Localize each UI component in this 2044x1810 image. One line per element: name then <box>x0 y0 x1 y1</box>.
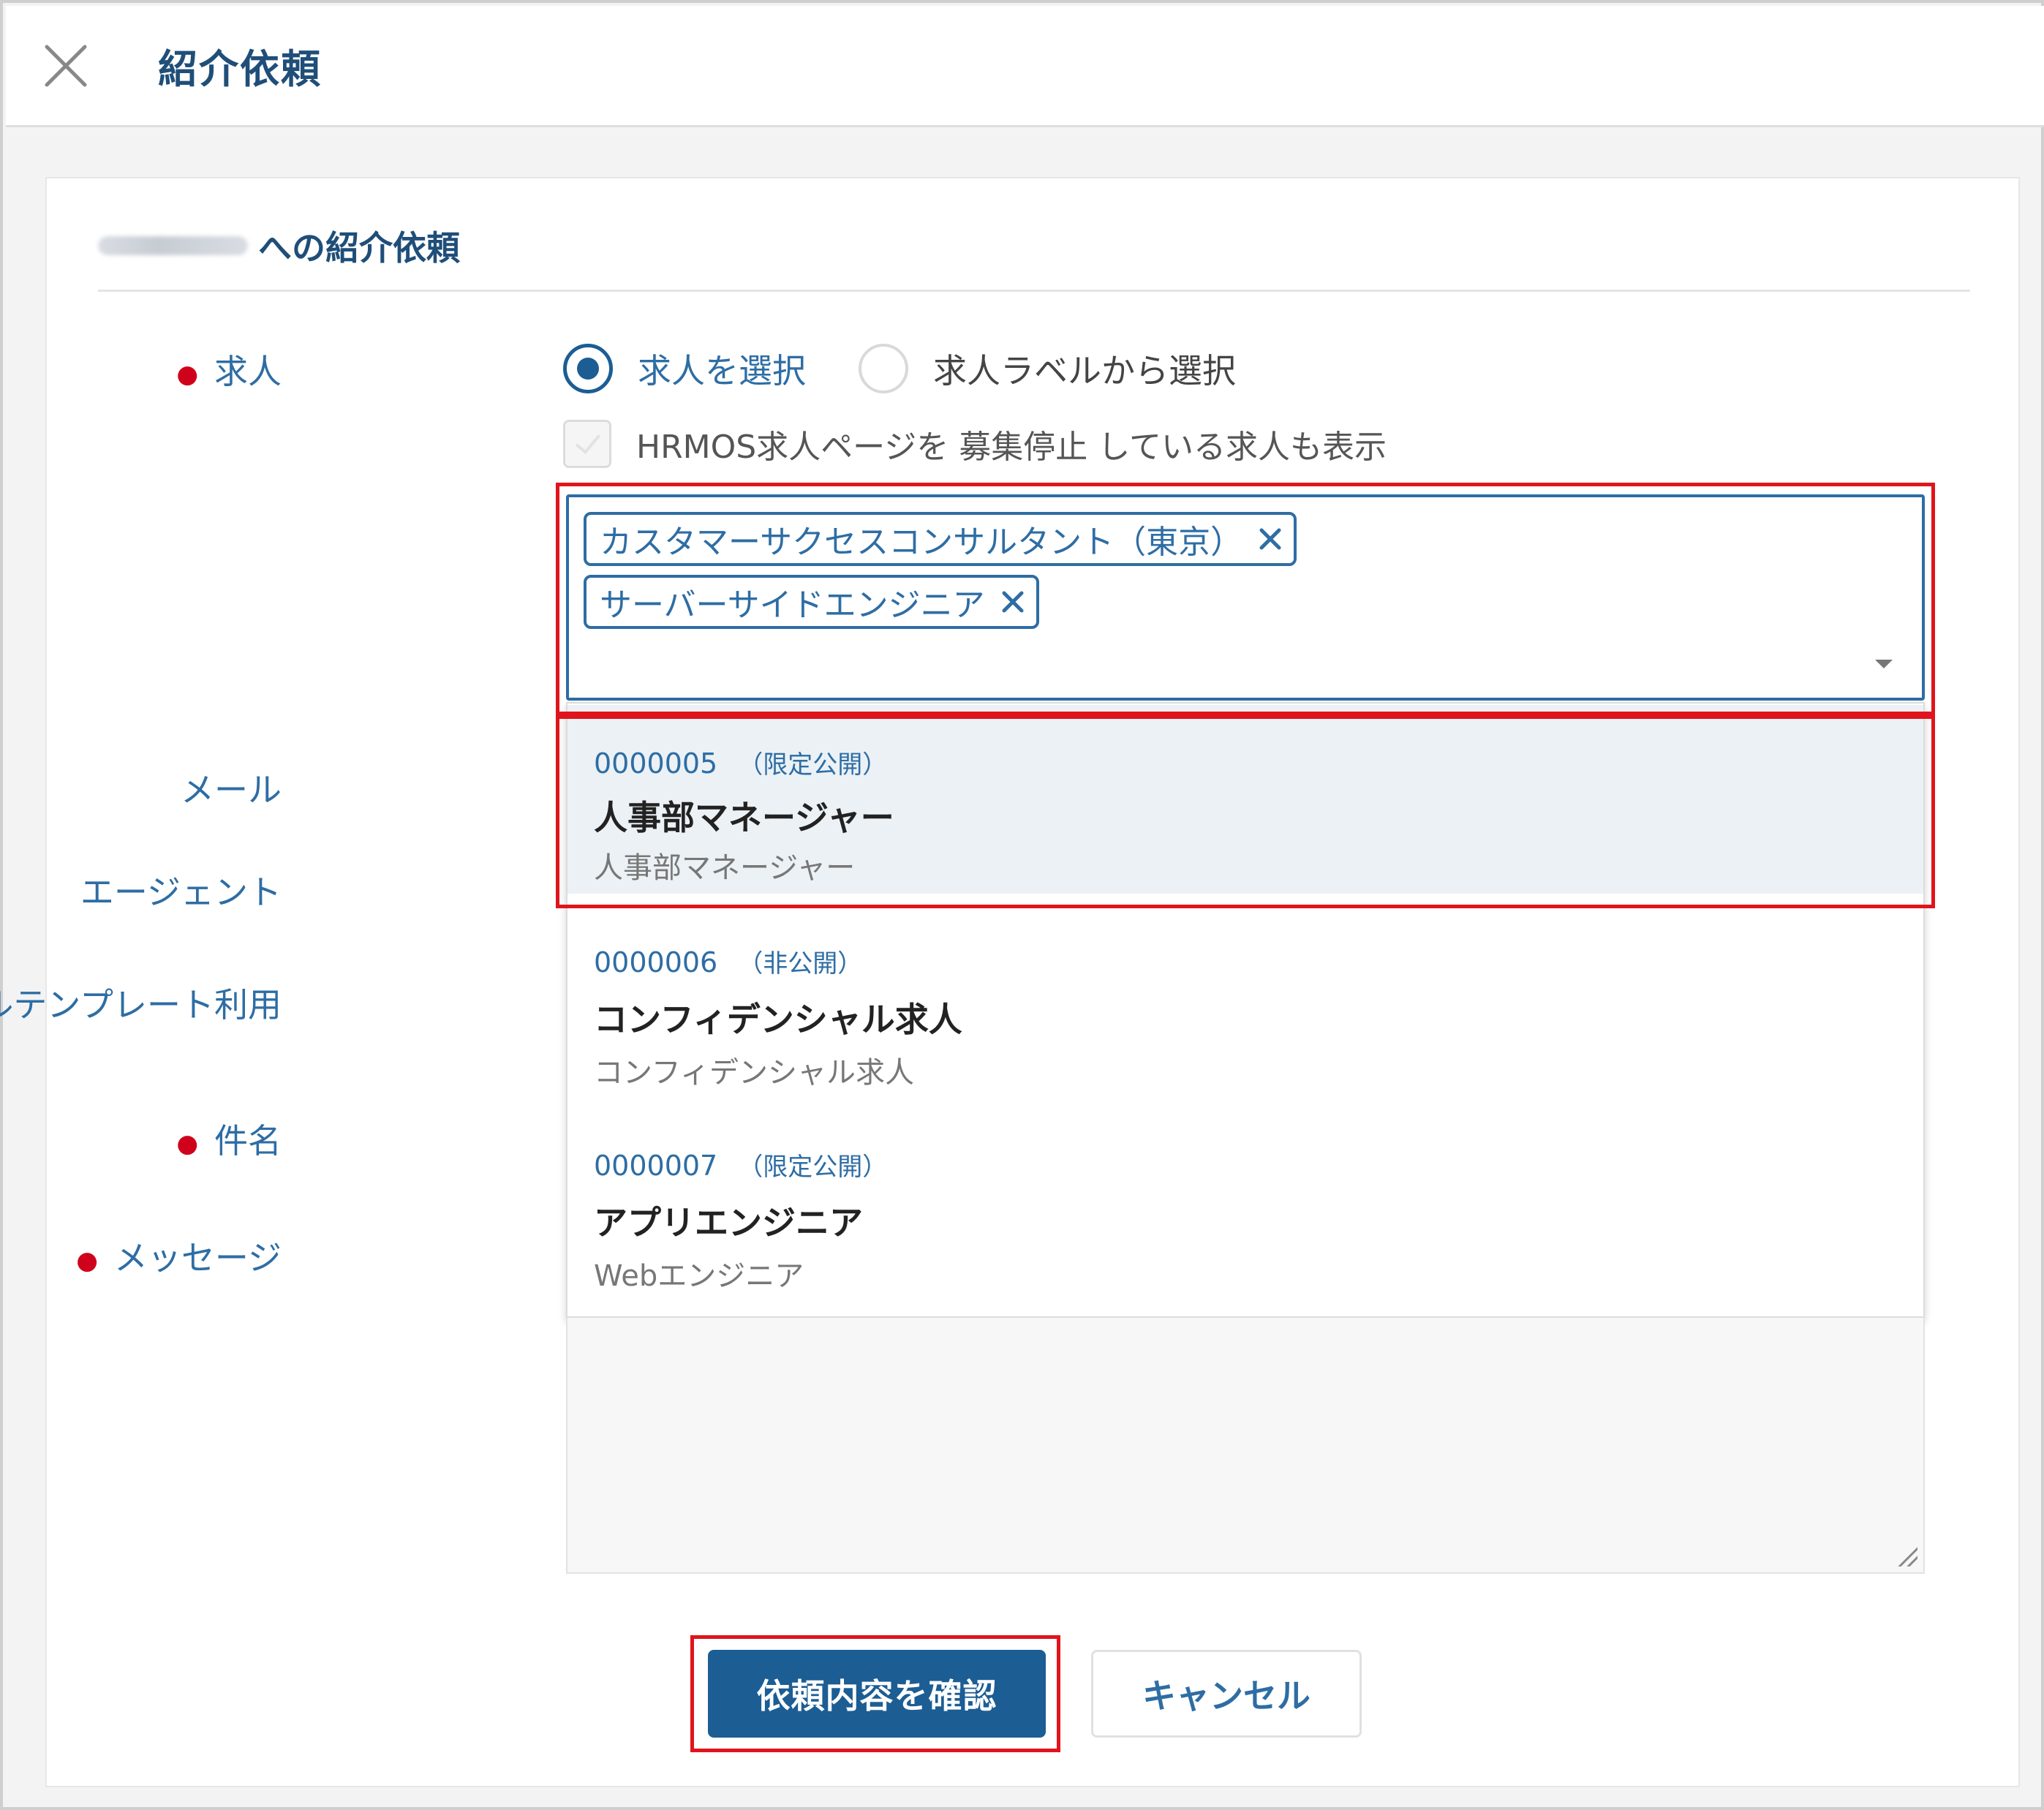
job-option[interactable]: 0000005 （限定公開） 人事部マネージャー 人事部マネージャー <box>567 705 1923 894</box>
radio-label: 求人ラベルから選択 <box>933 351 1236 391</box>
option-subtitle: コンフィデンシャル求人 <box>594 1056 914 1090</box>
confirm-request-button[interactable]: 依頼内容を確認 <box>708 1650 1046 1738</box>
show-stopped-jobs-row[interactable]: HRMOS求人ページを 募集停止 している求人も表示 <box>563 420 1387 468</box>
option-meta: 0000005 （限定公開） <box>594 747 888 780</box>
option-meta: 0000007 （限定公開） <box>594 1150 888 1182</box>
message-textarea[interactable] <box>566 1318 1925 1574</box>
redacted-agent-name <box>98 236 248 255</box>
job-option[interactable]: 0000006 （非公開） コンフィデンシャル求人 コンフィデンシャル求人 <box>567 908 1923 1097</box>
selected-job-chip: カスタマーサクセスコンサルタント（東京） <box>584 512 1297 566</box>
job-option[interactable]: 0000007 （限定公開） アプリエンジニア Webエンジニア <box>567 1112 1923 1300</box>
radio-checked-icon[interactable] <box>563 344 613 393</box>
label-subject: ● 件名 <box>176 1121 282 1161</box>
label-job: ● 求人 <box>176 352 282 391</box>
show-stopped-jobs-checkbox[interactable] <box>563 420 611 468</box>
required-dot-icon: ● <box>176 359 198 389</box>
referral-form-card: への紹介依頼 ●求人 メール エージェント メールテンプレート利用 ●件名 ●メ… <box>0 177 2020 1787</box>
radio-label: 求人を選択 <box>638 351 806 391</box>
option-subtitle: 人事部マネージャー <box>594 851 856 885</box>
resize-handle-icon[interactable] <box>1896 1545 1917 1566</box>
modal-frame: 紹介依頼 への紹介依頼 ●求人 メール エージェント メールテンプレート利用 ●… <box>0 0 2044 1810</box>
radio-select-by-label[interactable]: 求人ラベルから選択 <box>859 344 1236 393</box>
radio-unchecked-icon[interactable] <box>859 344 908 393</box>
close-icon[interactable] <box>42 42 89 89</box>
cancel-button[interactable]: キャンセル <box>1091 1650 1362 1738</box>
label-message: ● メッセージ <box>76 1238 282 1278</box>
label-mail: メール <box>181 770 282 810</box>
chip-label: カスタマーサクセスコンサルタント（東京） <box>600 524 1243 561</box>
chip-label: サーバーサイドエンジニア <box>600 587 985 624</box>
option-title: アプリエンジニア <box>594 1203 863 1243</box>
label-agent: エージェント <box>80 872 282 912</box>
card-heading: への紹介依頼 <box>98 216 460 275</box>
remove-chip-icon[interactable] <box>1257 526 1283 552</box>
card-title: への紹介依頼 <box>258 228 460 268</box>
option-meta: 0000006 （非公開） <box>594 946 863 978</box>
remove-chip-icon[interactable] <box>1000 589 1026 615</box>
job-options-dropdown: 0000005 （限定公開） 人事部マネージャー 人事部マネージャー 000000… <box>566 702 1925 1318</box>
modal-title: 紹介依頼 <box>158 46 322 92</box>
required-dot-icon: ● <box>76 1245 98 1275</box>
job-multi-select[interactable]: カスタマーサクセスコンサルタント（東京） サーバーサイドエンジニア <box>566 494 1925 701</box>
label-mail-template: メールテンプレート利用 <box>0 985 282 1025</box>
divider <box>98 290 1970 292</box>
radio-select-job[interactable]: 求人を選択 <box>563 344 806 393</box>
chevron-down-icon[interactable] <box>1875 660 1893 668</box>
selected-job-chip: サーバーサイドエンジニア <box>584 575 1039 629</box>
modal-header: 紹介依頼 <box>6 6 2044 127</box>
option-subtitle: Webエンジニア <box>594 1259 804 1293</box>
checkbox-label: HRMOS求人ページを 募集停止 している求人も表示 <box>636 429 1387 466</box>
option-title: コンフィデンシャル求人 <box>594 1000 962 1039</box>
required-dot-icon: ● <box>176 1128 198 1158</box>
option-title: 人事部マネージャー <box>594 798 894 837</box>
